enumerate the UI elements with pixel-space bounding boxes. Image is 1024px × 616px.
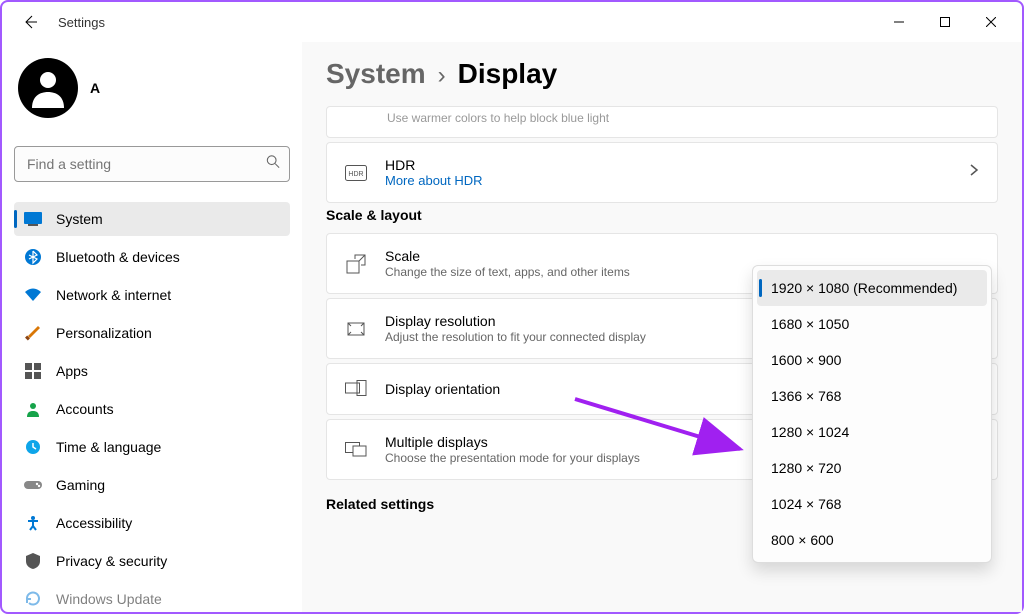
window-title: Settings bbox=[58, 15, 105, 30]
sidebar-item-label: Network & internet bbox=[56, 287, 171, 303]
sidebar-item-label: Accessibility bbox=[56, 515, 132, 531]
hdr-link[interactable]: More about HDR bbox=[385, 173, 951, 188]
sidebar-item-label: System bbox=[56, 211, 103, 227]
scale-label: Scale bbox=[385, 248, 979, 264]
sidebar-item-privacy[interactable]: Privacy & security bbox=[14, 544, 290, 578]
svg-text:HDR: HDR bbox=[348, 171, 363, 178]
night-light-desc: Use warmer colors to help block blue lig… bbox=[387, 111, 609, 125]
accounts-icon bbox=[24, 400, 42, 418]
resolution-option[interactable]: 1680 × 1050 bbox=[757, 306, 987, 342]
hdr-label: HDR bbox=[385, 157, 951, 173]
personalization-icon bbox=[24, 324, 42, 342]
titlebar: Settings bbox=[2, 2, 1022, 42]
sidebar-item-accounts[interactable]: Accounts bbox=[14, 392, 290, 426]
profile-name: A bbox=[90, 80, 100, 96]
breadcrumb-current: Display bbox=[458, 58, 558, 90]
avatar bbox=[18, 58, 78, 118]
resolution-option[interactable]: 1920 × 1080 (Recommended) bbox=[757, 270, 987, 306]
sidebar-item-apps[interactable]: Apps bbox=[14, 354, 290, 388]
hdr-icon: HDR bbox=[345, 162, 367, 184]
hdr-card[interactable]: HDR HDR More about HDR bbox=[326, 142, 998, 203]
sidebar-item-personalization[interactable]: Personalization bbox=[14, 316, 290, 350]
sidebar-item-network[interactable]: Network & internet bbox=[14, 278, 290, 312]
multiple-displays-icon bbox=[345, 439, 367, 461]
chevron-right-icon bbox=[969, 163, 979, 182]
sidebar-item-label: Windows Update bbox=[56, 591, 162, 607]
resolution-option[interactable]: 1280 × 1024 bbox=[757, 414, 987, 450]
sidebar-item-label: Personalization bbox=[56, 325, 152, 341]
night-light-card-partial[interactable]: Use warmer colors to help block blue lig… bbox=[326, 106, 998, 138]
gaming-icon bbox=[24, 476, 42, 494]
network-icon bbox=[24, 286, 42, 304]
resolution-dropdown[interactable]: 1920 × 1080 (Recommended) 1680 × 1050 16… bbox=[752, 265, 992, 563]
resolution-icon bbox=[345, 318, 367, 340]
sidebar-item-bluetooth[interactable]: Bluetooth & devices bbox=[14, 240, 290, 274]
search-input[interactable] bbox=[14, 146, 290, 182]
sidebar-item-label: Apps bbox=[56, 363, 88, 379]
window-controls bbox=[876, 6, 1014, 38]
breadcrumb: System › Display bbox=[326, 58, 998, 90]
sidebar-item-update[interactable]: Windows Update bbox=[14, 582, 290, 616]
sidebar-item-label: Bluetooth & devices bbox=[56, 249, 180, 265]
time-icon bbox=[24, 438, 42, 456]
resolution-option[interactable]: 1600 × 900 bbox=[757, 342, 987, 378]
sidebar-item-accessibility[interactable]: Accessibility bbox=[14, 506, 290, 540]
chevron-right-icon: › bbox=[438, 62, 446, 90]
resolution-option[interactable]: 1024 × 768 bbox=[757, 486, 987, 522]
sidebar: A System Bluetooth & devices Network & i… bbox=[2, 42, 302, 612]
resolution-option[interactable]: 1280 × 720 bbox=[757, 450, 987, 486]
search-icon bbox=[266, 155, 280, 174]
breadcrumb-parent[interactable]: System bbox=[326, 58, 426, 90]
privacy-icon bbox=[24, 552, 42, 570]
accessibility-icon bbox=[24, 514, 42, 532]
scale-icon bbox=[345, 253, 367, 275]
sidebar-item-label: Time & language bbox=[56, 439, 161, 455]
profile[interactable]: A bbox=[14, 50, 290, 126]
main-content: System › Display Use warmer colors to he… bbox=[302, 42, 1022, 612]
orientation-icon bbox=[345, 378, 367, 400]
sidebar-item-system[interactable]: System bbox=[14, 202, 290, 236]
minimize-button[interactable] bbox=[876, 6, 922, 38]
update-icon bbox=[24, 590, 42, 608]
resolution-option[interactable]: 800 × 600 bbox=[757, 522, 987, 558]
close-button[interactable] bbox=[968, 6, 1014, 38]
back-button[interactable] bbox=[18, 10, 42, 34]
sidebar-item-label: Privacy & security bbox=[56, 553, 167, 569]
bluetooth-icon bbox=[24, 248, 42, 266]
search-box bbox=[14, 146, 290, 182]
maximize-button[interactable] bbox=[922, 6, 968, 38]
sidebar-item-label: Gaming bbox=[56, 477, 105, 493]
sidebar-item-gaming[interactable]: Gaming bbox=[14, 468, 290, 502]
system-icon bbox=[24, 210, 42, 228]
sidebar-item-label: Accounts bbox=[56, 401, 114, 417]
apps-icon bbox=[24, 362, 42, 380]
scale-layout-heading: Scale & layout bbox=[326, 207, 998, 223]
resolution-option[interactable]: 1366 × 768 bbox=[757, 378, 987, 414]
sidebar-item-time[interactable]: Time & language bbox=[14, 430, 290, 464]
